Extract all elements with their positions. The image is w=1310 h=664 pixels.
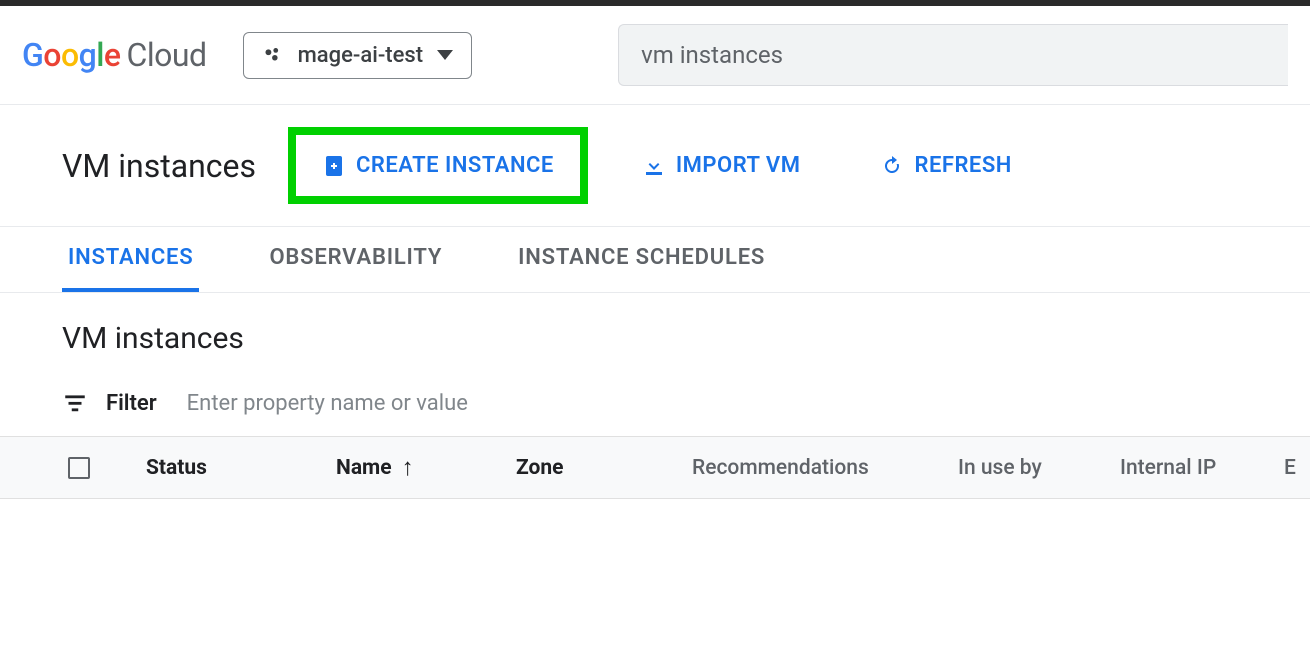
filter-bar[interactable]: Filter Enter property name or value — [62, 390, 1310, 436]
tab-instances[interactable]: INSTANCES — [62, 227, 199, 292]
column-in-use-by[interactable]: In use by — [958, 456, 1120, 480]
import-vm-label: IMPORT VM — [676, 153, 801, 178]
header-bar: G o o g l e Cloud mage-ai-test vm instan… — [0, 6, 1310, 105]
logo-cloud-text: Cloud — [127, 36, 207, 74]
column-recommendations[interactable]: Recommendations — [692, 456, 958, 480]
column-name-label: Name — [336, 456, 392, 480]
logo-letter: e — [104, 36, 121, 74]
column-internal-ip[interactable]: Internal IP — [1120, 456, 1284, 480]
project-name: mage-ai-test — [298, 43, 423, 68]
column-zone[interactable]: Zone — [516, 456, 692, 480]
project-selector[interactable]: mage-ai-test — [243, 32, 472, 79]
logo-letter: G — [22, 36, 43, 74]
section-title: VM instances — [62, 321, 1310, 356]
filter-label: Filter — [106, 391, 157, 416]
chevron-down-icon — [437, 50, 453, 60]
table-header-row: Status Name ↑ Zone Recommendations In us… — [0, 436, 1310, 499]
tab-instance-schedules[interactable]: INSTANCE SCHEDULES — [512, 227, 771, 292]
google-cloud-logo[interactable]: G o o g l e Cloud — [22, 36, 207, 74]
logo-letter: o — [61, 36, 79, 74]
filter-icon — [62, 390, 88, 416]
logo-letter: l — [96, 36, 104, 74]
create-instance-label: CREATE INSTANCE — [356, 153, 554, 178]
page-title: VM instances — [62, 147, 256, 185]
search-input[interactable]: vm instances — [618, 24, 1288, 86]
logo-letter: o — [43, 36, 61, 74]
filter-placeholder: Enter property name or value — [187, 391, 468, 416]
column-external-partial[interactable]: E — [1284, 456, 1296, 480]
create-instance-button[interactable]: CREATE INSTANCE — [288, 127, 588, 204]
tabs-bar: INSTANCES OBSERVABILITY INSTANCE SCHEDUL… — [0, 227, 1310, 293]
refresh-button[interactable]: REFRESH — [854, 135, 1037, 196]
import-icon — [642, 154, 666, 178]
select-all-cell[interactable] — [68, 457, 146, 479]
create-instance-icon — [322, 154, 346, 178]
refresh-label: REFRESH — [914, 153, 1011, 178]
column-name[interactable]: Name ↑ — [336, 453, 516, 482]
sort-ascending-icon: ↑ — [402, 453, 414, 482]
tab-observability[interactable]: OBSERVABILITY — [263, 227, 448, 292]
project-dots-icon — [262, 44, 284, 66]
refresh-icon — [880, 154, 904, 178]
column-status[interactable]: Status — [146, 456, 336, 480]
import-vm-button[interactable]: IMPORT VM — [616, 135, 827, 196]
logo-letter: g — [79, 36, 97, 74]
search-value: vm instances — [641, 41, 783, 69]
action-bar: VM instances CREATE INSTANCE IMPORT VM R… — [0, 105, 1310, 227]
main-content: VM instances Filter Enter property name … — [0, 293, 1310, 499]
select-all-checkbox[interactable] — [68, 457, 90, 479]
